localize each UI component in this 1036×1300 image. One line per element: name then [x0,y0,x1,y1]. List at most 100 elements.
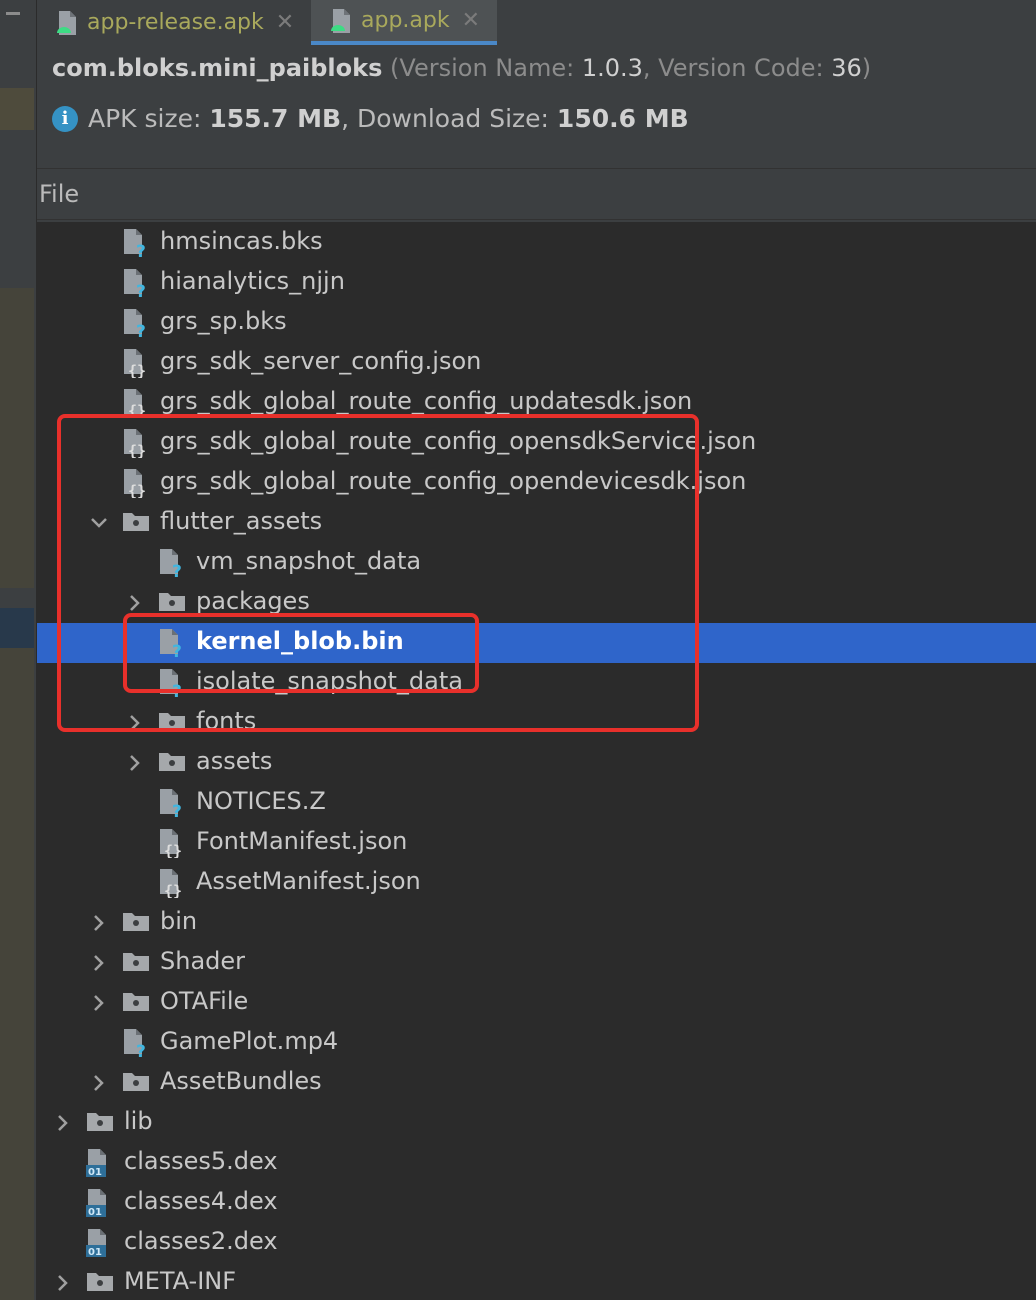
svg-text:01: 01 [88,1167,102,1178]
chevron-right-icon[interactable] [53,1273,73,1293]
tree-folder-row[interactable]: assets [37,743,1036,783]
tree-file-row[interactable]: 01 classes5.dex [37,1143,1036,1183]
tree-file-row[interactable]: 01 classes4.dex [37,1183,1036,1223]
tree-item-label: hmsincas.bks [160,227,323,255]
tree-file-row[interactable]: ? NOTICES.Z [37,783,1036,823]
chevron-right-icon[interactable] [89,913,109,933]
tree-item-label: GamePlot.mp4 [160,1027,339,1055]
json-file-icon: {} [121,428,147,460]
tree-item-label: grs_sp.bks [160,307,287,335]
tree-item-label: vm_snapshot_data [196,547,422,575]
tree-file-row[interactable]: {} grs_sdk_global_route_config_updatesdk.… [37,383,1036,423]
version-code-label: Version Code: [658,54,824,82]
tree-folder-row[interactable]: OTAFile [37,983,1036,1023]
tree-folder-row[interactable]: packages [37,583,1036,623]
apk-file-icon [331,8,350,33]
folder-icon [157,708,185,738]
download-size: 150.6 MB [556,104,689,133]
download-size-label: Download Size: [357,104,549,133]
tree-item-label: kernel_blob.bin [196,627,404,655]
json-file-icon: {} [121,348,147,380]
tree-item-label: grs_sdk_global_route_config_opensdkServi… [160,427,757,455]
tab-app-apk[interactable]: app.apk ✕ [311,0,497,45]
tree-file-row[interactable]: ? isolate_snapshot_data [37,663,1036,703]
tree-file-row[interactable]: {} grs_sdk_global_route_config_opensdkSer… [37,423,1036,463]
file-column-header[interactable]: File [37,169,1036,220]
tree-file-row[interactable]: ? vm_snapshot_data [37,543,1036,583]
chevron-right-icon[interactable] [125,713,145,733]
tree-item-label: AssetManifest.json [196,867,421,895]
chevron-right-icon[interactable] [89,1073,109,1093]
unknown-file-icon: ? [121,268,147,302]
left-strip-panel [0,288,34,588]
tree-item-label: FontManifest.json [196,827,408,855]
svg-text:{}: {} [164,842,182,858]
left-tool-strip [0,0,37,1300]
tree-item-label: classes4.dex [124,1187,278,1215]
folder-icon [121,908,149,938]
tree-item-label: isolate_snapshot_data [196,667,463,695]
tree-folder-row[interactable]: bin [37,903,1036,943]
tree-file-row[interactable]: {} grs_sdk_server_config.json [37,343,1036,383]
tree-item-label: NOTICES.Z [196,787,326,815]
file-column-label: File [39,180,80,208]
chevron-down-icon[interactable] [89,513,109,533]
tree-item-label: lib [124,1107,153,1135]
chevron-right-icon[interactable] [89,953,109,973]
tree-file-row[interactable]: {} grs_sdk_global_route_config_opendevice… [37,463,1036,503]
tab-app-release-apk[interactable]: app-release.apk ✕ [55,0,294,45]
tree-file-row[interactable]: ? grs_sp.bks [37,303,1036,343]
unknown-file-icon: ? [157,788,183,822]
tree-file-row[interactable]: ? GamePlot.mp4 [37,1023,1036,1063]
tree-item-label: assets [196,747,273,775]
tree-item-label: classes5.dex [124,1147,278,1175]
tree-item-label: META-INF [124,1267,237,1295]
tree-item-label: grs_sdk_server_config.json [160,347,482,375]
tree-folder-row[interactable]: fonts [37,703,1036,743]
chevron-right-icon[interactable] [53,1113,73,1133]
tree-item-label: packages [196,587,310,615]
tab-label: app.apk [361,8,450,33]
folder-icon [157,588,185,618]
tree-folder-row[interactable]: AssetBundles [37,1063,1036,1103]
tree-item-label: classes2.dex [124,1227,278,1255]
close-icon[interactable]: ✕ [462,8,480,33]
json-file-icon: {} [157,828,183,860]
svg-text:01: 01 [88,1247,102,1258]
folder-icon [121,948,149,978]
tree-file-row[interactable]: 01 classes2.dex [37,1223,1036,1263]
chevron-right-icon[interactable] [125,593,145,613]
tree-folder-row[interactable]: flutter_assets [37,503,1036,543]
svg-text:{}: {} [128,482,146,498]
json-file-icon: {} [121,388,147,420]
svg-text:01: 01 [88,1207,102,1218]
dex-file-icon: 01 [85,1148,111,1178]
tree-file-row[interactable]: ? hianalytics_njjn [37,263,1036,303]
folder-icon [121,508,149,538]
unknown-file-icon: ? [121,308,147,342]
left-strip-selection [0,608,34,648]
svg-text:{}: {} [128,362,146,378]
left-strip-marker [0,88,34,130]
tree-file-row[interactable]: ? hmsincas.bks [37,223,1036,263]
chevron-right-icon[interactable] [89,993,109,1013]
tree-folder-row[interactable]: META-INF [37,1263,1036,1300]
unknown-file-icon: ? [157,668,183,702]
tree-folder-row[interactable]: lib [37,1103,1036,1143]
tree-file-row[interactable]: ? kernel_blob.bin [37,623,1036,663]
left-strip-panel-lower [0,648,34,1300]
tree-file-row[interactable]: {} FontManifest.json [37,823,1036,863]
svg-text:?: ? [172,642,182,658]
left-strip-top [0,0,34,42]
apk-file-tree: ? hmsincas.bks? hianalytics_njjn? grs_sp.bk… [37,222,1036,1300]
close-icon[interactable]: ✕ [276,10,294,35]
tree-item-label: bin [160,907,198,935]
tree-file-row[interactable]: {} AssetManifest.json [37,863,1036,903]
tree-item-label: OTAFile [160,987,249,1015]
folder-icon [121,1068,149,1098]
tree-folder-row[interactable]: Shader [37,943,1036,983]
chevron-right-icon[interactable] [125,753,145,773]
tree-item-label: grs_sdk_global_route_config_updatesdk.js… [160,387,693,415]
apk-summary-header: com.bloks.mini_paibloks (Version Name: 1… [37,48,1036,169]
left-strip-handle[interactable] [6,12,20,15]
